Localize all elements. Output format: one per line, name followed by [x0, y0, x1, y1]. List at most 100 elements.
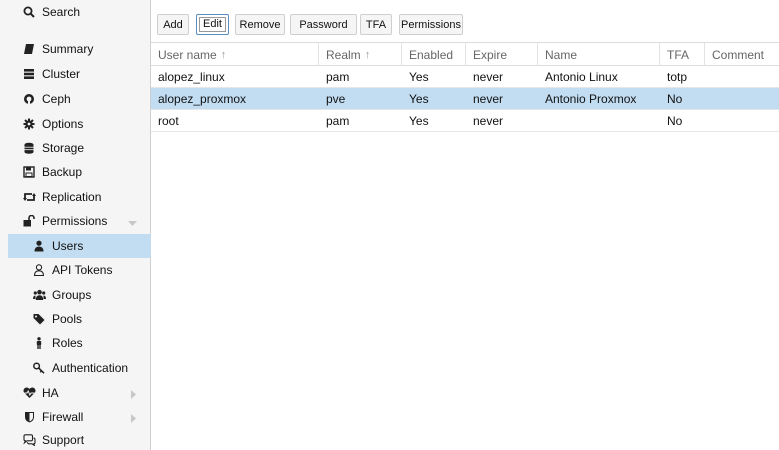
grid-header: User name ↑ Realm ↑ Enabled Expire Name TF…	[151, 42, 779, 66]
sidebar-item-label: Firewall	[42, 410, 84, 424]
table-row[interactable]: root pam Yes never No	[151, 110, 779, 132]
chevron-down-icon[interactable]	[128, 216, 137, 230]
sidebar-item-label: Options	[42, 117, 84, 131]
column-header-username[interactable]: User name ↑	[151, 43, 319, 66]
sidebar-item-authentication[interactable]: Authentication	[8, 356, 151, 380]
sidebar-item-label: Cluster	[42, 67, 81, 81]
permissions-button[interactable]: Permissions	[399, 14, 463, 35]
sidebar-item-label: Groups	[52, 288, 92, 302]
key-icon	[32, 361, 46, 375]
cell-expire: never	[473, 91, 504, 106]
sidebar-item-pools[interactable]: Pools	[8, 307, 151, 331]
sidebar-item-replication[interactable]: Replication	[8, 185, 151, 209]
male-icon	[32, 336, 46, 350]
remove-button[interactable]: Remove	[235, 14, 285, 35]
sidebar-item-ha[interactable]: HA	[8, 381, 151, 405]
sidebar-item-cluster[interactable]: Cluster	[8, 62, 151, 86]
cell-name: Antonio Proxmox	[545, 91, 637, 106]
chevron-right-icon[interactable]	[131, 412, 137, 426]
column-header-enabled[interactable]: Enabled	[402, 43, 466, 66]
sidebar-item-label: Summary	[42, 42, 94, 56]
sidebar-item-roles[interactable]: Roles	[8, 331, 151, 355]
sidebar-item-label: Users	[52, 239, 84, 253]
cell-enabled: Yes	[409, 69, 429, 84]
users-toolbar: Add Edit Remove Password TFA Permissions	[151, 8, 779, 36]
search-icon	[22, 5, 36, 19]
cell-enabled: Yes	[409, 91, 429, 106]
cell-expire: never	[473, 69, 504, 84]
unlock-icon	[22, 214, 36, 228]
sidebar-item-label: Backup	[42, 165, 83, 179]
sidebar-item-groups[interactable]: Groups	[8, 283, 151, 307]
cell-username: alopez_linux	[158, 69, 225, 84]
cell-comment	[705, 66, 712, 87]
users-grid: User name ↑ Realm ↑ Enabled Expire Name TF…	[151, 42, 779, 132]
sidebar-item-label: Support	[42, 433, 85, 447]
sidebar-item-label: Authentication	[52, 361, 129, 375]
cell-comment	[705, 110, 712, 131]
cell-name	[538, 110, 545, 131]
sidebar-item-api-tokens[interactable]: API Tokens	[8, 258, 151, 282]
sidebar-item-storage[interactable]: Storage	[8, 136, 151, 160]
sidebar-item-label: Ceph	[42, 92, 71, 106]
sidebar-item-users[interactable]: Users	[8, 234, 151, 258]
cell-tfa: No	[667, 91, 683, 106]
shield-icon	[22, 410, 36, 424]
retweet-icon	[22, 190, 36, 204]
cell-enabled: Yes	[409, 113, 429, 128]
heartbeat-icon	[22, 386, 36, 400]
chevron-right-icon[interactable]	[131, 388, 137, 402]
cell-comment	[705, 88, 712, 109]
ceph-icon	[22, 92, 36, 106]
column-header-expire[interactable]: Expire	[466, 43, 538, 66]
sidebar-item-firewall[interactable]: Firewall	[8, 405, 151, 429]
sidebar-item-ceph[interactable]: Ceph	[8, 87, 151, 111]
column-header-tfa[interactable]: TFA	[660, 43, 705, 66]
sidebar-item-search[interactable]: Search	[8, 0, 151, 24]
user-outline-icon	[32, 263, 46, 277]
sidebar-item-summary[interactable]: Summary	[8, 37, 151, 61]
tfa-button[interactable]: TFA	[360, 14, 392, 35]
sidebar-item-label: Permissions	[42, 214, 108, 228]
cell-realm: pam	[326, 69, 350, 84]
database-icon	[22, 141, 36, 155]
server-icon	[22, 67, 36, 81]
password-button[interactable]: Password	[290, 14, 357, 35]
user-icon	[32, 239, 46, 253]
sidebar-item-label: HA	[42, 386, 59, 400]
sort-asc-icon: ↑	[220, 48, 227, 61]
sidebar-item-permissions[interactable]: Permissions	[8, 209, 151, 233]
gear-icon	[22, 117, 36, 131]
cell-realm: pve	[326, 91, 346, 106]
sidebar-item-label: Search	[42, 5, 81, 19]
comments-icon	[22, 433, 36, 447]
table-row[interactable]: alopez_proxmox pve Yes never Antonio Pro…	[151, 88, 779, 110]
cell-expire: never	[473, 113, 504, 128]
cell-tfa: No	[667, 113, 683, 128]
table-row[interactable]: alopez_linux pam Yes never Antonio Linux…	[151, 66, 779, 88]
sidebar-item-label: Replication	[42, 190, 102, 204]
cell-username: alopez_proxmox	[158, 91, 247, 106]
sidebar-item-backup[interactable]: Backup	[8, 160, 151, 184]
add-button[interactable]: Add	[157, 14, 189, 35]
sidebar-item-support[interactable]: Support	[8, 428, 151, 450]
sidebar-item-label: API Tokens	[52, 263, 113, 277]
sidebar-item-label: Roles	[52, 336, 83, 350]
floppy-icon	[22, 165, 36, 179]
sidebar-item-options[interactable]: Options	[8, 112, 151, 136]
sort-asc-icon: ↑	[364, 48, 371, 61]
column-header-name[interactable]: Name	[538, 43, 660, 66]
users-icon	[32, 288, 46, 302]
column-header-comment[interactable]: Comment	[705, 43, 779, 66]
column-header-realm[interactable]: Realm ↑	[319, 43, 402, 66]
sidebar-menu: Search Summary Cluster Ceph Options Stor…	[8, 0, 151, 450]
sidebar-item-label: Storage	[42, 141, 85, 155]
left-edge-strip	[0, 0, 8, 450]
edit-button[interactable]: Edit	[196, 14, 229, 35]
tags-icon	[32, 312, 46, 326]
cell-name: Antonio Linux	[545, 69, 618, 84]
sidebar-item-label: Pools	[52, 312, 83, 326]
book-icon	[22, 42, 36, 56]
cell-tfa: totp	[667, 69, 688, 84]
cell-realm: pam	[326, 113, 350, 128]
